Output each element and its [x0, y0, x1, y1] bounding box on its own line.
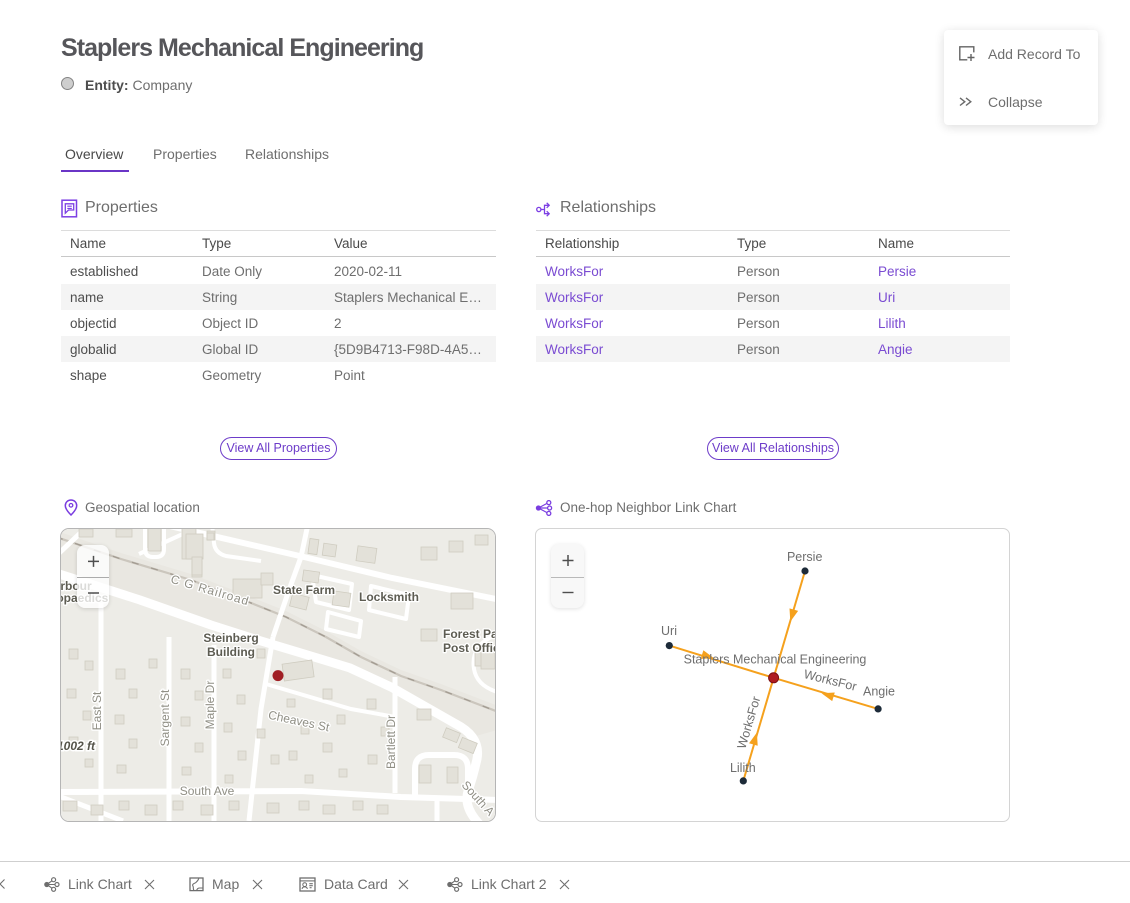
svg-text:Persie: Persie — [787, 550, 822, 564]
svg-text:Steinberg: Steinberg — [203, 631, 258, 645]
svg-text:WorksFor: WorksFor — [735, 695, 764, 751]
svg-text:Forest Park: Forest Park — [443, 627, 495, 641]
svg-text:Maple Dr: Maple Dr — [203, 681, 217, 730]
svg-text:Angie: Angie — [863, 685, 895, 699]
svg-text:1002 ft: 1002 ft — [61, 739, 96, 753]
svg-text:Post Office: Post Office — [443, 641, 495, 655]
svg-text:Staplers Mechanical Engineerin: Staplers Mechanical Engineering — [684, 653, 867, 667]
svg-text:Sargent St: Sargent St — [158, 689, 172, 746]
svg-text:Building: Building — [207, 645, 255, 659]
svg-text:State Farm: State Farm — [273, 583, 335, 597]
svg-text:Bartlett Dr: Bartlett Dr — [384, 715, 398, 769]
svg-text:Lilith: Lilith — [730, 761, 756, 775]
svg-text:Locksmith: Locksmith — [359, 590, 419, 604]
svg-text:Uri: Uri — [661, 624, 677, 638]
svg-text:South Ave: South Ave — [180, 784, 235, 798]
svg-text:East St: East St — [90, 691, 104, 730]
